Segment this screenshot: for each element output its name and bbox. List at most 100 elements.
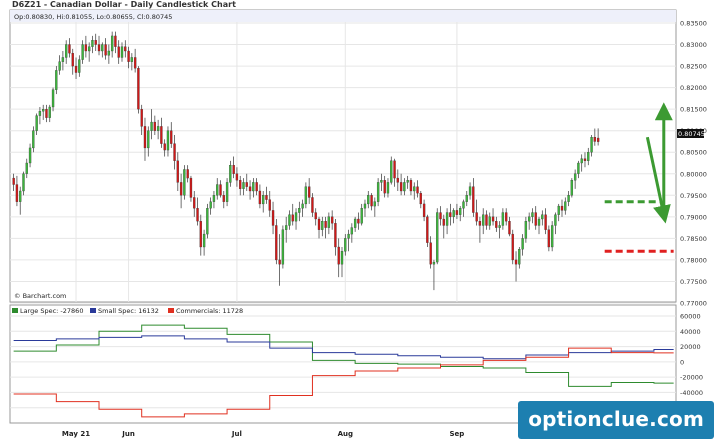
candle-body — [396, 177, 399, 183]
candle-body — [183, 169, 186, 196]
candle-body — [334, 223, 337, 248]
legend-swatch-small-spec — [90, 308, 96, 313]
candle-body — [71, 53, 74, 67]
price-axis: 0.835000.830000.825000.820000.815000.810… — [680, 20, 707, 308]
candle-body — [321, 221, 324, 230]
candle-body — [587, 152, 590, 161]
candle-body — [202, 233, 206, 248]
candle-body — [465, 195, 468, 202]
candle-body — [248, 186, 252, 192]
candle-body — [360, 208, 363, 224]
candle-body — [51, 89, 55, 108]
candle-body — [376, 182, 380, 202]
candle-body — [209, 201, 212, 209]
candle-body — [232, 165, 235, 174]
legend-swatch-commercials — [168, 308, 174, 313]
candle-body — [84, 44, 88, 52]
candle-body — [462, 201, 465, 209]
candle-body — [294, 212, 298, 222]
x-tick-label: Aug — [338, 430, 353, 438]
candle-body — [137, 68, 140, 110]
candle-body — [12, 177, 15, 185]
candle-body — [511, 233, 514, 261]
candle-body — [216, 184, 219, 196]
candle-body — [61, 57, 65, 62]
candle-body — [442, 218, 445, 226]
candle-body — [432, 261, 436, 265]
candle-body — [478, 221, 482, 226]
candle-body — [163, 143, 166, 151]
candle-body — [114, 35, 117, 47]
candle-body — [22, 173, 25, 192]
candle-body — [449, 212, 452, 217]
price-tick-label: 0.77500 — [680, 278, 707, 286]
price-tick-label: 0.83500 — [680, 20, 707, 28]
candle-body — [87, 46, 91, 52]
x-tick-label: Sep — [450, 430, 465, 438]
candle-body — [229, 165, 232, 183]
cot-tick-label: 20000 — [680, 343, 701, 351]
x-tick-label: May 21 — [62, 430, 90, 438]
candle-body — [380, 180, 383, 183]
candle-body — [488, 216, 491, 226]
candle-body — [189, 177, 193, 198]
candle-body — [173, 143, 176, 161]
candle-body — [468, 186, 472, 196]
cot-legend: Large Spec: -27860 Small Spec: 16132 Com… — [12, 307, 243, 315]
candle-body — [15, 184, 19, 202]
candle-body — [337, 246, 340, 265]
price-tick-label: 0.82000 — [680, 84, 707, 92]
candle-body — [58, 61, 61, 71]
candle-body — [383, 180, 386, 194]
candle-body — [429, 242, 432, 265]
candle-body — [278, 259, 281, 265]
candle-body — [514, 259, 518, 265]
candle-body — [367, 195, 370, 205]
candle-body — [527, 216, 531, 222]
candle-body — [314, 212, 317, 220]
candle-body — [110, 35, 114, 52]
candle-body — [179, 182, 183, 196]
candle-body — [472, 186, 475, 213]
cot-tick-label: 60000 — [680, 313, 701, 321]
candle-body — [409, 180, 413, 192]
candle-body — [570, 180, 574, 196]
candle-body — [564, 201, 567, 211]
candle-body — [143, 126, 147, 149]
candle-body — [426, 216, 429, 243]
candle-body — [35, 115, 38, 131]
candle-body — [140, 109, 143, 127]
candle-body — [416, 186, 419, 194]
candle-body — [459, 208, 462, 215]
candle-body — [347, 233, 350, 239]
candle-body — [19, 190, 22, 202]
candle-body — [518, 249, 521, 265]
candle-body — [419, 193, 422, 205]
ohlc-readout: Op:0.80830, Hi:0.81055, Lo:0.80655, Cl:0… — [14, 13, 172, 21]
candle-body — [225, 182, 229, 202]
candle-body — [524, 221, 528, 239]
candle-body — [42, 109, 45, 112]
candle-body — [560, 205, 564, 211]
price-tick-label: 0.80000 — [680, 170, 707, 178]
candle-body — [353, 218, 357, 228]
candle-body — [505, 212, 508, 222]
candle-body — [485, 214, 488, 226]
candlestick-chart: D6Z21 - Canadian Dollar - Daily Candlest… — [9, 0, 707, 438]
candle-body — [45, 109, 48, 118]
legend-swatch-large-spec — [12, 308, 18, 313]
candle-body — [68, 44, 71, 54]
candle-body — [65, 44, 68, 58]
x-tick-label: Jul — [231, 430, 242, 438]
candle-body — [593, 137, 597, 142]
candle-body — [281, 229, 285, 265]
candle-body — [104, 44, 107, 56]
price-tick-label: 0.78500 — [680, 235, 707, 243]
candle-body — [271, 210, 275, 226]
candle-body — [370, 195, 373, 207]
candle-body — [307, 186, 311, 198]
candle-body — [81, 44, 84, 60]
candle-body — [160, 126, 163, 144]
candle-body — [25, 162, 28, 174]
price-tick-label: 0.82500 — [680, 63, 707, 71]
